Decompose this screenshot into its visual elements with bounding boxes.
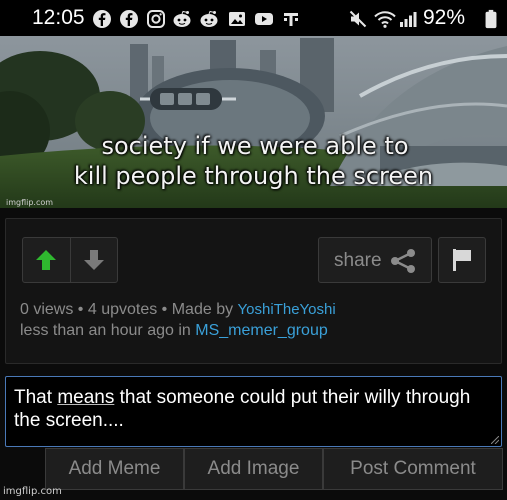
flag-icon [453, 249, 471, 271]
battery-icon [485, 9, 497, 29]
add-image-button[interactable]: Add Image [184, 448, 323, 490]
post-info-panel: share 0 views • 4 upvotes • Made by Yosh… [5, 218, 502, 364]
share-button[interactable]: share [318, 237, 432, 283]
share-icon [391, 249, 415, 273]
share-label: share [334, 250, 382, 271]
wifi-icon [374, 11, 396, 28]
stream-link[interactable]: MS_memer_group [195, 322, 328, 339]
author-link[interactable]: YoshiTheYoshi [238, 301, 336, 318]
facebook-icon [93, 10, 111, 28]
downvote-arrow-icon [83, 250, 104, 270]
battery-level: 92% [423, 6, 466, 29]
comment-text-start: That [14, 387, 58, 408]
footer-watermark: imgflip.com [3, 486, 62, 497]
upvote-button[interactable] [23, 238, 70, 282]
post-comment-button[interactable]: Post Comment [323, 448, 503, 490]
downvote-button[interactable] [69, 238, 117, 282]
resize-handle-icon[interactable] [491, 436, 499, 444]
post-origin: less than an hour ago in MS_memer_group [20, 322, 328, 340]
gallery-icon [229, 12, 245, 26]
mute-icon [349, 10, 367, 28]
flag-button[interactable] [438, 237, 486, 283]
reddit-icon [200, 10, 218, 27]
comment-input[interactable]: That means that someone could put their … [5, 376, 502, 447]
instagram-icon [147, 10, 165, 28]
add-meme-button[interactable]: Add Meme [45, 448, 184, 490]
upvote-arrow-icon [36, 250, 57, 270]
youtube-icon [255, 13, 273, 25]
image-watermark: imgflip.com [6, 198, 54, 207]
reddit-icon [173, 10, 191, 27]
status-bar: 12:05 92% [0, 0, 507, 36]
comment-actions: Add Meme Add Image Post Comment [45, 448, 503, 490]
clock: 12:05 [32, 6, 85, 29]
stats-text: 0 views • 4 upvotes • Made by [20, 301, 234, 318]
time-text: less than an hour ago in [20, 322, 191, 339]
comment-text-underlined: means [57, 387, 115, 408]
meme-caption-top: society if we were able to [101, 132, 409, 160]
t-mobile-icon [284, 13, 298, 26]
signal-icon [400, 12, 417, 27]
meme-caption-bottom: kill people through the screen [73, 162, 434, 190]
facebook-icon [120, 10, 138, 28]
vote-buttons [22, 237, 118, 283]
post-stats: 0 views • 4 upvotes • Made by YoshiTheYo… [20, 301, 336, 319]
meme-image[interactable]: society if we were able to kill people t… [0, 36, 507, 208]
